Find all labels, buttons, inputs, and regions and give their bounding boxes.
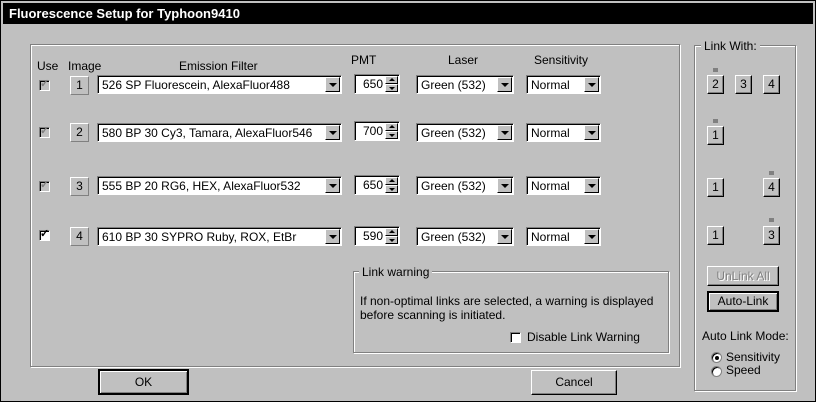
chevron-down-icon[interactable] [584, 77, 599, 92]
link-button-row4-1[interactable]: 1 [707, 226, 724, 245]
chevron-down-icon[interactable] [325, 229, 340, 244]
spin-down-icon[interactable] [385, 236, 398, 244]
header-pmt: PMT [351, 53, 377, 67]
chevron-down-icon[interactable] [584, 229, 599, 244]
spin-down-icon[interactable] [385, 131, 398, 139]
link-button-row3-4[interactable]: 4 [763, 178, 780, 197]
image-number-2: 2 [70, 123, 89, 142]
unlink-all-button[interactable]: UnLink All [707, 266, 779, 286]
chevron-down-icon[interactable] [497, 77, 512, 92]
sensitivity-select-1[interactable]: Normal [526, 75, 601, 94]
image-number-4: 4 [70, 227, 89, 246]
laser-select-3[interactable]: Green (532) [416, 176, 514, 195]
link-button-row1-3[interactable]: 3 [735, 75, 752, 94]
link-indicator [769, 171, 774, 175]
use-checkbox-1[interactable]: ✓ [39, 78, 50, 91]
link-button-row3-1[interactable]: 1 [707, 178, 724, 197]
chevron-down-icon[interactable] [325, 125, 340, 140]
laser-select-4[interactable]: Green (532) [416, 227, 514, 246]
use-checkbox-2[interactable]: ✓ [39, 125, 50, 138]
header-laser: Laser [448, 53, 479, 67]
link-button-row2-1[interactable]: 1 [707, 126, 724, 145]
chevron-down-icon[interactable] [584, 125, 599, 140]
link-button-row4-3[interactable]: 3 [763, 226, 780, 245]
pmt-spinner-2[interactable]: 700 [354, 121, 400, 141]
sensitivity-radio-label: Sensitivity [726, 350, 781, 364]
pmt-spinner-3[interactable]: 650 [354, 175, 400, 195]
pmt-spinner-4[interactable]: 590 [354, 226, 400, 246]
spin-up-icon[interactable] [385, 76, 398, 84]
speed-radio[interactable] [711, 366, 722, 377]
speed-radio-label: Speed [726, 363, 761, 377]
sensitivity-select-2[interactable]: Normal [526, 123, 601, 142]
auto-link-button[interactable]: Auto-Link [707, 291, 779, 312]
link-warning-text-2: before scanning is initiated. [360, 308, 506, 322]
auto-link-mode-label: Auto Link Mode: [702, 329, 789, 343]
chevron-down-icon[interactable] [497, 125, 512, 140]
spin-up-icon[interactable] [385, 228, 398, 236]
window-title: Fluorescence Setup for Typhoon9410 [9, 6, 240, 21]
cancel-button[interactable]: Cancel [531, 370, 617, 395]
header-emission-filter: Emission Filter [179, 59, 258, 73]
use-checkbox-4[interactable]: ✓ [39, 228, 50, 241]
laser-select-2[interactable]: Green (532) [416, 123, 514, 142]
dialog-window: Fluorescence Setup for Typhoon9410 Use I… [0, 0, 816, 402]
title-bar: Fluorescence Setup for Typhoon9410 [3, 3, 813, 24]
sensitivity-select-4[interactable]: Normal [526, 227, 601, 246]
link-warning-title: Link warning [359, 265, 433, 279]
header-use: Use [37, 59, 59, 73]
disable-link-warning-checkbox[interactable] [510, 332, 521, 343]
spin-up-icon[interactable] [385, 177, 398, 185]
emission-filter-select-4[interactable]: 610 BP 30 SYPRO Ruby, ROX, EtBr [97, 227, 342, 246]
link-indicator [713, 119, 718, 123]
laser-select-1[interactable]: Green (532) [416, 75, 514, 94]
link-button-row1-2[interactable]: 2 [707, 75, 724, 94]
chevron-down-icon[interactable] [497, 178, 512, 193]
chevron-down-icon[interactable] [325, 77, 340, 92]
spin-up-icon[interactable] [385, 123, 398, 131]
image-number-1: 1 [70, 76, 89, 95]
link-warning-text-1: If non-optimal links are selected, a war… [360, 294, 654, 308]
spin-down-icon[interactable] [385, 84, 398, 92]
header-sensitivity: Sensitivity [534, 53, 589, 67]
spin-down-icon[interactable] [385, 185, 398, 193]
pmt-spinner-1[interactable]: 650 [354, 74, 400, 94]
emission-filter-select-3[interactable]: 555 BP 20 RG6, HEX, AlexaFluor532 [97, 176, 342, 195]
header-image: Image [68, 59, 102, 73]
emission-filter-select-2[interactable]: 580 BP 30 Cy3, Tamara, AlexaFluor546 [97, 123, 342, 142]
emission-filter-select-1[interactable]: 526 SP Fluorescein, AlexaFluor488 [97, 75, 342, 94]
disable-link-warning-label: Disable Link Warning [527, 330, 640, 344]
chevron-down-icon[interactable] [584, 178, 599, 193]
sensitivity-select-3[interactable]: Normal [526, 176, 601, 195]
chevron-down-icon[interactable] [497, 229, 512, 244]
link-button-row1-4[interactable]: 4 [763, 75, 780, 94]
link-with-title: Link With: [701, 39, 760, 53]
ok-button[interactable]: OK [98, 369, 189, 395]
link-indicator [769, 218, 774, 222]
image-number-3: 3 [70, 177, 89, 196]
link-indicator [713, 68, 718, 72]
sensitivity-radio[interactable] [711, 352, 722, 363]
use-checkbox-3[interactable]: ✓ [39, 179, 50, 192]
chevron-down-icon[interactable] [325, 178, 340, 193]
